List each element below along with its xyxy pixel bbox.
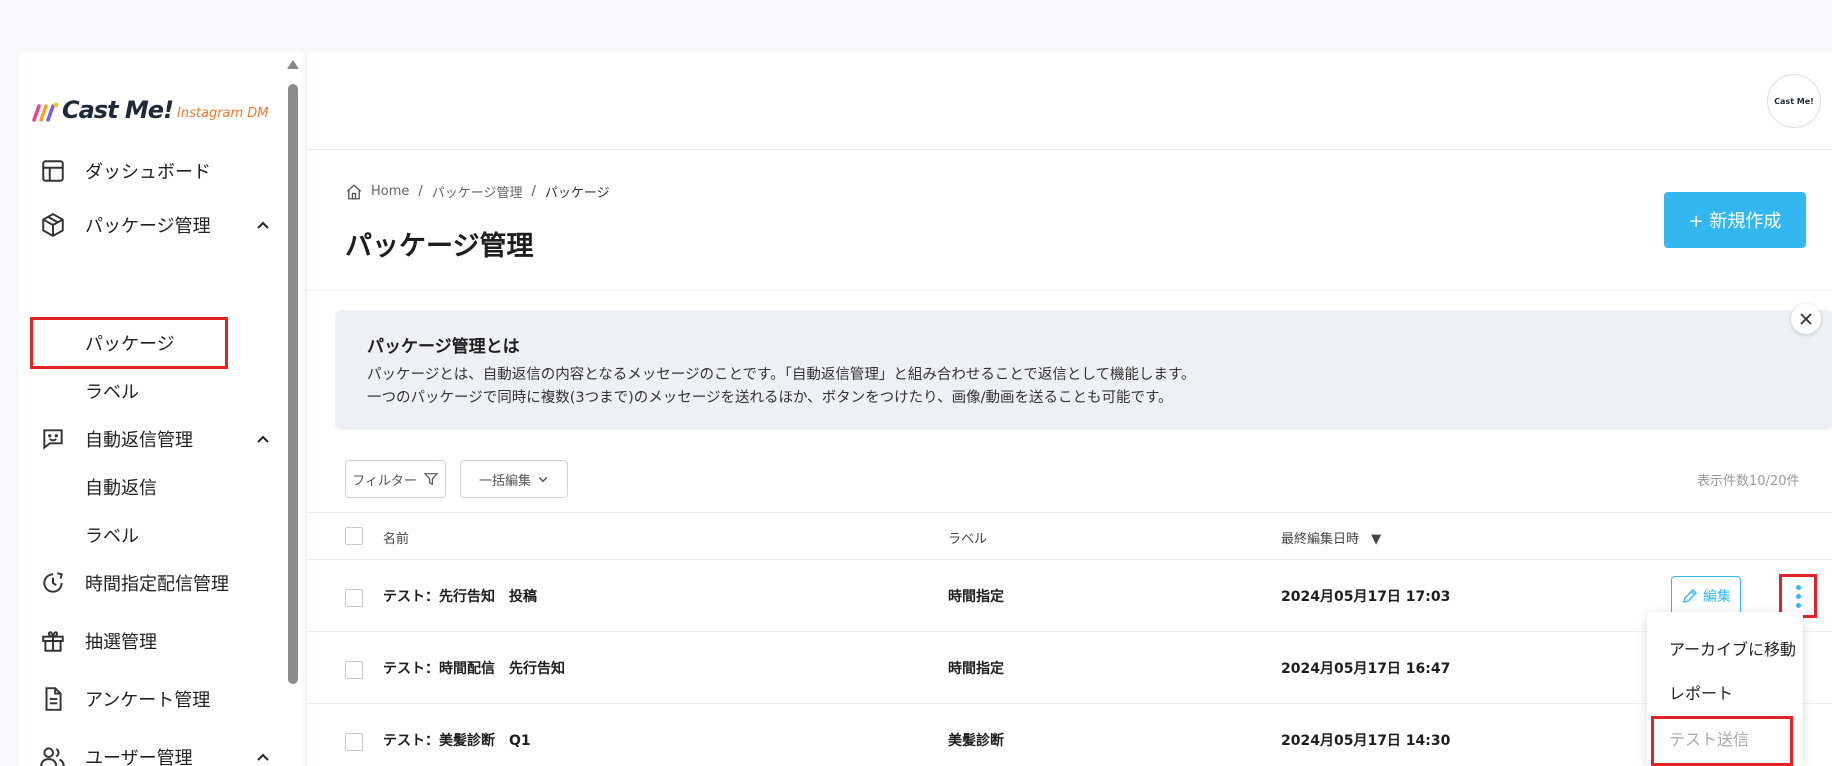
table-row: テスト：先行告知 投稿 時間指定 2024月05月17日 17:03 編集 <box>307 560 1832 632</box>
pencil-icon <box>1683 589 1697 603</box>
row-name[interactable]: テスト：先行告知 投稿 <box>383 586 537 606</box>
chevron-up-icon <box>257 435 269 443</box>
avatar-text: Cast Me! <box>1774 96 1814 106</box>
sidebar-item-lottery[interactable]: 抽選管理 <box>39 626 157 656</box>
bulk-edit-button[interactable]: 一括編集 <box>460 460 568 498</box>
sidebar-item-autoreply[interactable]: 自動返信 <box>85 472 157 502</box>
sidebar-item-label: ダッシュボード <box>85 162 211 183</box>
menu-item-report[interactable]: レポート <box>1669 680 1733 704</box>
display-count[interactable]: 表示件数10/20件 <box>1697 470 1799 489</box>
row-checkbox[interactable] <box>345 733 363 751</box>
edit-button[interactable]: 編集 <box>1671 576 1741 616</box>
menu-item-archive[interactable]: アーカイブに移動 <box>1669 636 1796 660</box>
table-header: 名前 ラベル 最終編集日時 ▼ <box>307 512 1832 560</box>
sidebar-scrollbar[interactable] <box>283 52 303 766</box>
sidebar-item-package-mgmt[interactable]: パッケージ管理 <box>39 210 283 240</box>
row-name[interactable]: テスト：時間配信 先行告知 <box>383 658 565 678</box>
filter-button[interactable]: フィルター <box>345 460 446 498</box>
document-icon <box>39 685 67 713</box>
home-icon[interactable] <box>345 183 363 201</box>
brand-sub: Instagram DM <box>177 106 269 121</box>
header-label: ラベル <box>948 532 988 547</box>
chevron-up-icon <box>257 753 269 761</box>
sidebar-item-label: アンケート管理 <box>85 690 211 711</box>
breadcrumb-home[interactable]: Home <box>371 184 409 199</box>
info-line-1: パッケージとは、自動返信の内容となるメッセージのことです。「自動返信管理」と組み… <box>367 367 1196 383</box>
sidebar: Cast Me! Instagram DM ダッシュボード パッケージ管理 パッ… <box>19 52 283 766</box>
kebab-dot <box>1795 602 1801 608</box>
sidebar-item-dashboard[interactable]: ダッシュボード <box>39 156 211 186</box>
row-label: 美髪診断 <box>948 733 1004 749</box>
sidebar-item-autoreply-mgmt[interactable]: 自動返信管理 <box>39 424 283 454</box>
close-icon <box>1800 313 1812 325</box>
breadcrumb: Home / パッケージ管理 / パッケージ <box>345 182 610 201</box>
logo-mark-icon <box>32 102 59 122</box>
sidebar-item-label: 時間指定配信管理 <box>85 574 229 595</box>
info-box: パッケージ管理とは パッケージとは、自動返信の内容となるメッセージのことです。「… <box>335 310 1832 430</box>
brand-logo[interactable]: Cast Me! Instagram DM <box>31 94 269 124</box>
header-name: 名前 <box>383 532 410 547</box>
sidebar-item-label: ユーザー管理 <box>85 748 193 766</box>
sidebar-item-survey[interactable]: アンケート管理 <box>39 684 210 714</box>
sidebar-item-user-mgmt[interactable]: ユーザー管理 <box>39 742 283 766</box>
header-updated[interactable]: 最終編集日時 ▼ <box>1281 528 1381 547</box>
bulk-edit-label: 一括編集 <box>478 473 531 489</box>
chevron-up-icon <box>257 221 269 229</box>
filter-icon <box>423 473 439 486</box>
sidebar-item-label: 抽選管理 <box>85 632 157 653</box>
info-line-2: 一つのパッケージで同時に複数(3つまで)のメッセージを送れるほか、ボタンをつけた… <box>367 390 1173 406</box>
brand-name: Cast Me! <box>62 96 174 124</box>
sidebar-item-autoreply-label[interactable]: ラベル <box>85 520 139 550</box>
breadcrumb-package-mgmt[interactable]: パッケージ管理 <box>432 182 523 201</box>
edit-label: 編集 <box>1703 589 1731 605</box>
row-actions-dropdown: アーカイブに移動 レポート テスト送信 <box>1647 612 1803 766</box>
scroll-thumb[interactable] <box>288 84 298 684</box>
sort-desc-icon[interactable]: ▼ <box>1371 532 1381 547</box>
info-title: パッケージ管理とは <box>367 337 520 357</box>
divider <box>307 290 1832 291</box>
kebab-dot <box>1795 584 1801 590</box>
box-icon <box>39 211 67 239</box>
avatar[interactable]: Cast Me! <box>1767 74 1821 128</box>
topbar: Cast Me! <box>307 52 1832 150</box>
row-checkbox[interactable] <box>345 661 363 679</box>
filter-label: フィルター <box>352 473 417 489</box>
row-label: 時間指定 <box>948 589 1004 605</box>
breadcrumb-current: パッケージ <box>544 186 610 201</box>
scroll-up-arrow-icon[interactable] <box>287 60 299 69</box>
row-name[interactable]: テスト：美髪診断 Q1 <box>383 730 531 750</box>
row-label: 時間指定 <box>948 661 1004 677</box>
clock-icon <box>39 569 67 597</box>
kebab-dot <box>1795 593 1801 599</box>
sidebar-item-label: パッケージ管理 <box>85 216 211 237</box>
main-content: Cast Me! Home / パッケージ管理 / パッケージ パッケージ管理 … <box>306 52 1832 766</box>
table-row: テスト：時間配信 先行告知 時間指定 2024月05月17日 16:47 <box>307 632 1832 704</box>
row-checkbox[interactable] <box>345 589 363 607</box>
close-info-button[interactable] <box>1791 304 1821 334</box>
sidebar-item-scheduled[interactable]: 時間指定配信管理 <box>39 568 229 598</box>
sidebar-item-package-label[interactable]: ラベル <box>85 376 139 406</box>
gift-icon <box>39 627 67 655</box>
sidebar-item-label: 自動返信管理 <box>85 430 193 451</box>
users-icon <box>39 743 67 766</box>
table-row: テスト：美髪診断 Q1 美髪診断 2024月05月17日 14:30 <box>307 704 1832 766</box>
breadcrumb-sep: / <box>531 184 536 199</box>
new-create-button[interactable]: + 新規作成 <box>1664 192 1806 248</box>
row-updated: 2024月05月17日 17:03 <box>1281 589 1451 605</box>
header-updated-label: 最終編集日時 <box>1281 532 1360 547</box>
highlight-test-send <box>1651 716 1793 766</box>
layout-icon <box>39 157 67 185</box>
chevron-down-icon <box>538 476 548 483</box>
row-updated: 2024月05月17日 16:47 <box>1281 661 1451 677</box>
row-updated: 2024月05月17日 14:30 <box>1281 733 1451 749</box>
sidebar-item-package[interactable]: パッケージ <box>85 328 175 358</box>
chat-smile-icon <box>39 425 67 453</box>
select-all-checkbox[interactable] <box>345 527 363 545</box>
page-title: パッケージ管理 <box>345 231 534 262</box>
breadcrumb-sep: / <box>418 184 423 199</box>
